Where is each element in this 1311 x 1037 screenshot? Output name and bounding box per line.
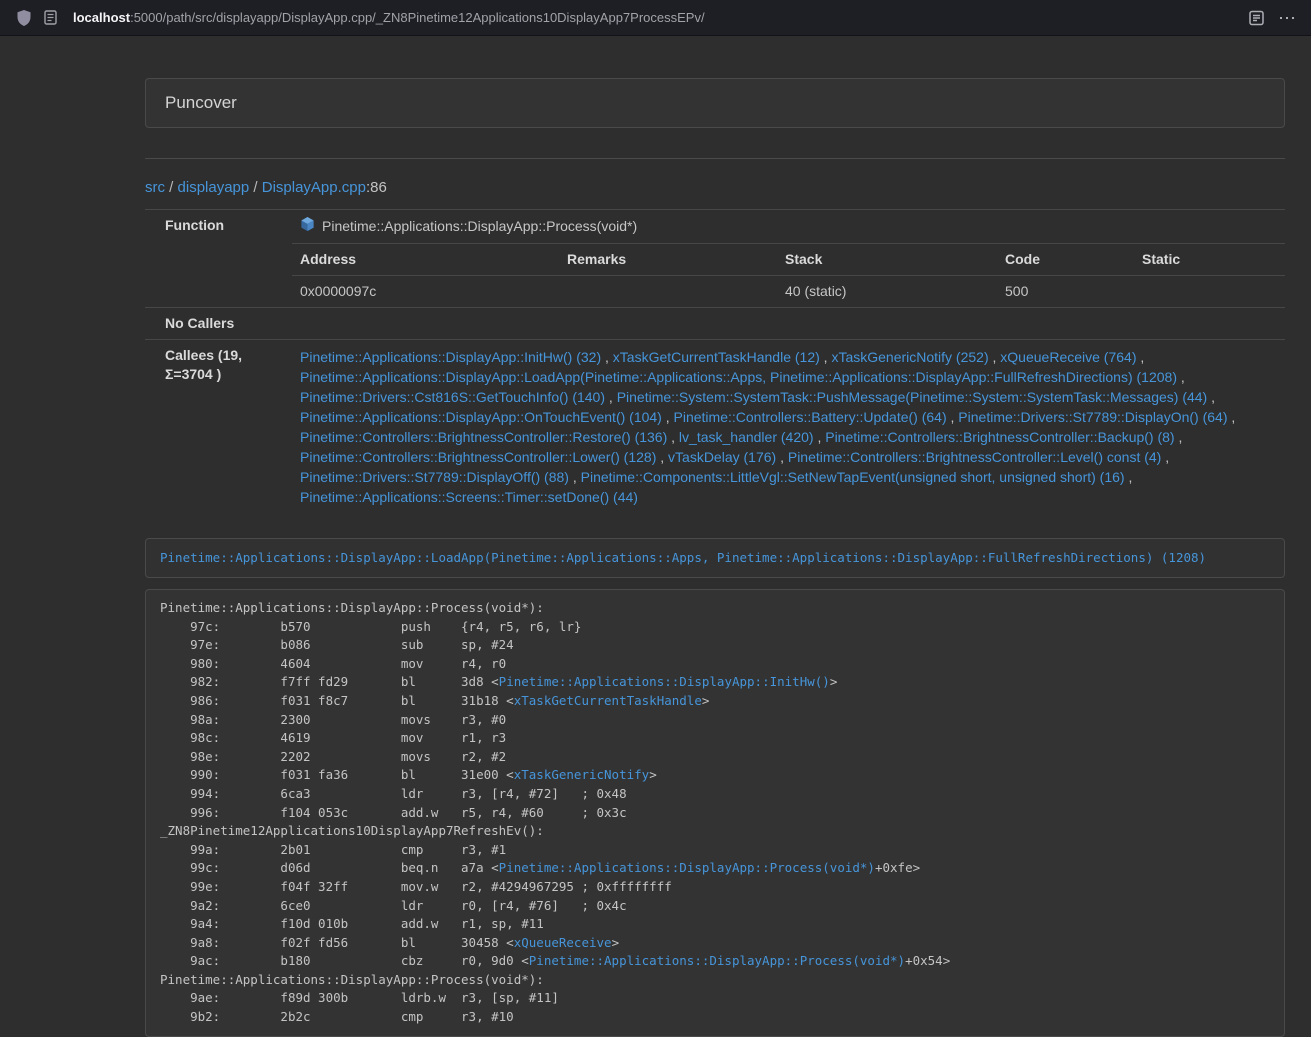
function-name: Pinetime::Applications::DisplayApp::Proc… — [322, 217, 637, 236]
divider — [145, 158, 1285, 159]
breadcrumb: src / displayapp / DisplayApp.cpp:86 — [145, 179, 1285, 196]
value-remarks — [559, 276, 777, 307]
function-row: Function Pinetime::Applications::Display… — [145, 209, 1285, 307]
tracking-shield-icon[interactable] — [16, 9, 32, 27]
url-path: :5000/path/src/displayapp/DisplayApp.cpp… — [130, 10, 705, 25]
app-title-panel: Puncover — [145, 78, 1285, 128]
site-info-icon[interactable] — [44, 10, 57, 25]
callee-link[interactable]: Pinetime::Controllers::BrightnessControl… — [300, 449, 656, 465]
function-row-label: Function — [145, 210, 292, 307]
code-symbol-link[interactable]: xTaskGetCurrentTaskHandle — [514, 693, 702, 708]
page-content: Puncover src / displayapp / DisplayApp.c… — [145, 78, 1285, 1037]
callee-link[interactable]: Pinetime::System::SystemTask::PushMessag… — [617, 389, 1208, 405]
callee-link[interactable]: Pinetime::Components::LittleVgl::SetNewT… — [581, 469, 1125, 485]
callee-link[interactable]: Pinetime::Applications::DisplayApp::OnTo… — [300, 409, 662, 425]
col-header-static: Static — [1134, 244, 1285, 275]
callee-link[interactable]: xQueueReceive (764) — [1000, 349, 1136, 365]
col-header-stack: Stack — [777, 244, 997, 275]
col-header-code: Code — [997, 244, 1134, 275]
col-header-address: Address — [292, 244, 559, 275]
breadcrumb-link[interactable]: DisplayApp.cpp — [262, 179, 366, 196]
callee-link[interactable]: Pinetime::Controllers::BrightnessControl… — [825, 429, 1174, 445]
callee-link[interactable]: Pinetime::Drivers::St7789::DisplayOn() (… — [958, 409, 1227, 425]
url-bar[interactable]: localhost:5000/path/src/displayapp/Displ… — [73, 10, 1237, 25]
callees-list: Pinetime::Applications::DisplayApp::Init… — [292, 340, 1285, 514]
highlighted-symbol-link[interactable]: Pinetime::Applications::DisplayApp::Load… — [160, 550, 1206, 565]
breadcrumb-link[interactable]: src — [145, 179, 165, 196]
code-symbol-link[interactable]: Pinetime::Applications::DisplayApp::Proc… — [529, 953, 905, 968]
callee-link[interactable]: xTaskGetCurrentTaskHandle (12) — [613, 349, 820, 365]
callees-label: Callees (19, Σ=3704 ) — [145, 340, 292, 514]
code-symbol-link[interactable]: xTaskGenericNotify — [514, 767, 649, 782]
no-callers-label: No Callers — [145, 308, 292, 339]
value-static — [1134, 276, 1285, 307]
function-table-values: 0x0000097c 40 (static) 500 — [292, 275, 1285, 307]
callee-link[interactable]: Pinetime::Drivers::St7789::DisplayOff() … — [300, 469, 569, 485]
breadcrumb-separator: / — [165, 179, 178, 196]
callee-link[interactable]: Pinetime::Applications::DisplayApp::Init… — [300, 349, 601, 365]
code-symbol-link[interactable]: Pinetime::Applications::DisplayApp::Proc… — [499, 860, 875, 875]
callee-link[interactable]: vTaskDelay (176) — [668, 449, 776, 465]
breadcrumb-separator: / — [249, 179, 262, 196]
no-callers-value — [292, 308, 1285, 339]
app-title: Puncover — [165, 93, 237, 112]
page-actions-menu-icon[interactable]: ⋯ — [1276, 9, 1299, 27]
callee-link[interactable]: Pinetime::Controllers::Battery::Update()… — [674, 409, 947, 425]
function-name-row: Pinetime::Applications::DisplayApp::Proc… — [292, 210, 1285, 243]
callee-link[interactable]: xTaskGenericNotify (252) — [831, 349, 988, 365]
callee-link[interactable]: lv_task_handler (420) — [679, 429, 814, 445]
browser-toolbar: localhost:5000/path/src/displayapp/Displ… — [0, 0, 1311, 36]
callee-link[interactable]: Pinetime::Applications::Screens::Timer::… — [300, 489, 638, 505]
code-symbol-link[interactable]: xQueueReceive — [514, 935, 612, 950]
value-address: 0x0000097c — [292, 276, 559, 307]
reader-view-icon[interactable] — [1249, 10, 1264, 26]
no-callers-row: No Callers — [145, 307, 1285, 339]
disassembly: Pinetime::Applications::DisplayApp::Proc… — [145, 589, 1285, 1037]
value-stack: 40 (static) — [777, 276, 997, 307]
col-header-remarks: Remarks — [559, 244, 777, 275]
breadcrumb-line-number: :86 — [366, 179, 387, 196]
symbol-table: Function Pinetime::Applications::Display… — [145, 209, 1285, 514]
callee-link[interactable]: Pinetime::Controllers::BrightnessControl… — [300, 429, 667, 445]
callee-link[interactable]: Pinetime::Applications::DisplayApp::Load… — [300, 369, 1177, 385]
url-host: localhost — [73, 10, 130, 25]
value-code: 500 — [997, 276, 1134, 307]
function-table-header: Address Remarks Stack Code Static — [292, 243, 1285, 275]
callee-link[interactable]: Pinetime::Drivers::Cst816S::GetTouchInfo… — [300, 389, 605, 405]
callee-link[interactable]: Pinetime::Controllers::BrightnessControl… — [788, 449, 1161, 465]
function-type-icon — [300, 216, 315, 237]
breadcrumb-link[interactable]: displayapp — [178, 179, 250, 196]
highlighted-symbol-box: Pinetime::Applications::DisplayApp::Load… — [145, 538, 1285, 578]
code-symbol-link[interactable]: Pinetime::Applications::DisplayApp::Init… — [499, 674, 830, 689]
function-details: Pinetime::Applications::DisplayApp::Proc… — [292, 210, 1285, 307]
callees-row: Callees (19, Σ=3704 ) Pinetime::Applicat… — [145, 339, 1285, 514]
